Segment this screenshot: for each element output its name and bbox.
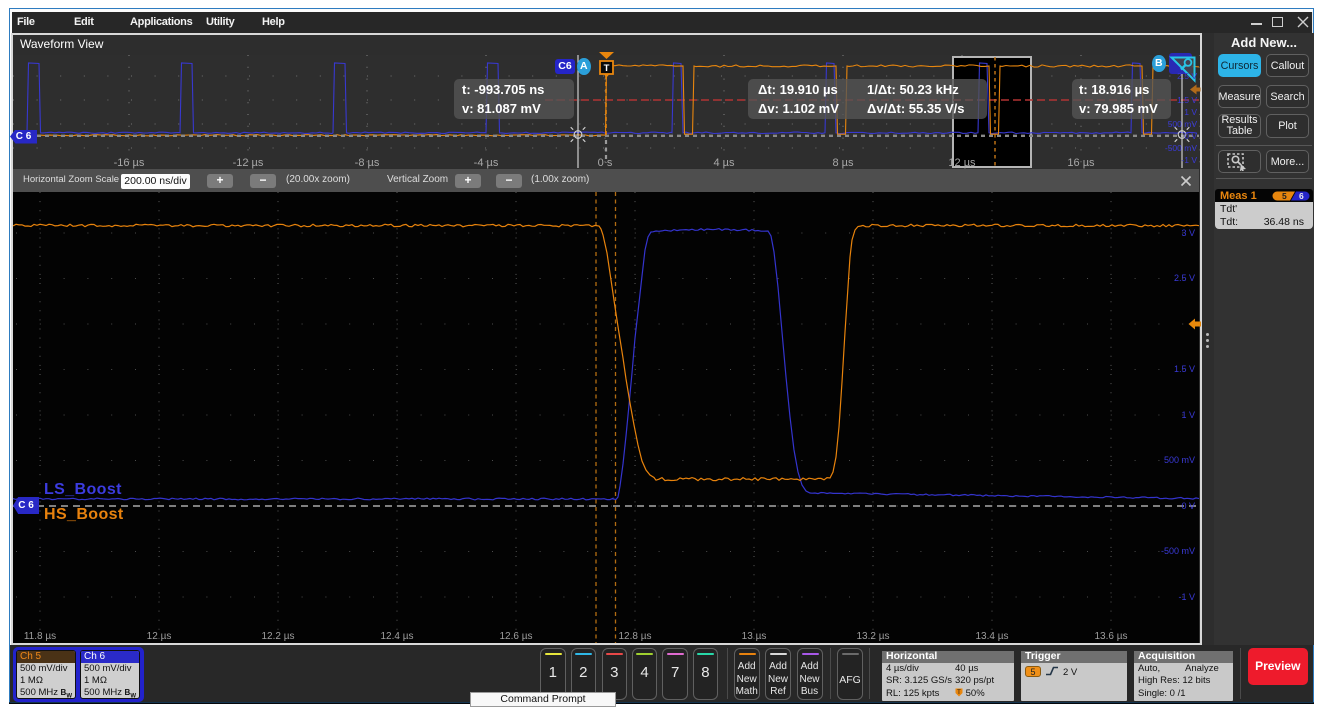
svg-text:6: 6 bbox=[1299, 191, 1304, 201]
svg-text:T: T bbox=[604, 63, 610, 74]
svg-text:5: 5 bbox=[1282, 191, 1287, 201]
svg-text:T: T bbox=[957, 690, 961, 696]
